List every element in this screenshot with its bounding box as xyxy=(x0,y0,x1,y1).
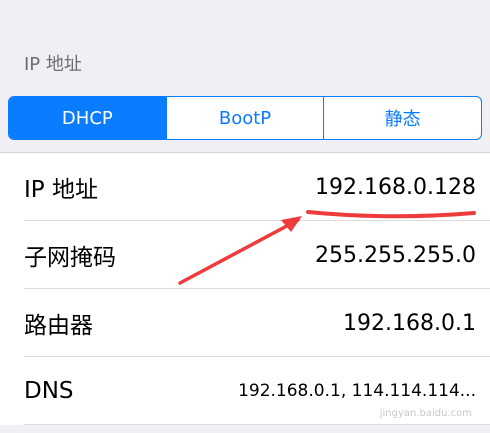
ip-settings-group: IP 地址 192.168.0.128 子网掩码 255.255.255.0 路… xyxy=(0,152,490,425)
segment-dhcp[interactable]: DHCP xyxy=(9,97,167,139)
dns-value: 192.168.0.1, 114.114.114... xyxy=(238,381,476,401)
ip-address-label: IP 地址 xyxy=(24,177,98,203)
row-subnet-mask[interactable]: 子网掩码 255.255.255.0 xyxy=(0,221,490,289)
watermark: jingyan.baidu.com xyxy=(379,408,472,419)
ip-address-value: 192.168.0.128 xyxy=(315,174,476,200)
section-header: IP 地址 xyxy=(24,54,82,75)
router-value: 192.168.0.1 xyxy=(343,310,476,336)
row-router[interactable]: 路由器 192.168.0.1 xyxy=(0,289,490,357)
row-ip-address[interactable]: IP 地址 192.168.0.128 xyxy=(0,153,490,221)
segment-static[interactable]: 静态 xyxy=(324,97,481,139)
segment-bootp[interactable]: BootP xyxy=(167,97,325,139)
subnet-mask-label: 子网掩码 xyxy=(24,245,116,271)
dns-label: DNS xyxy=(24,378,74,404)
ip-mode-segmented-control[interactable]: DHCP BootP 静态 xyxy=(8,96,482,140)
router-label: 路由器 xyxy=(24,313,93,339)
subnet-mask-value: 255.255.255.0 xyxy=(315,242,476,268)
